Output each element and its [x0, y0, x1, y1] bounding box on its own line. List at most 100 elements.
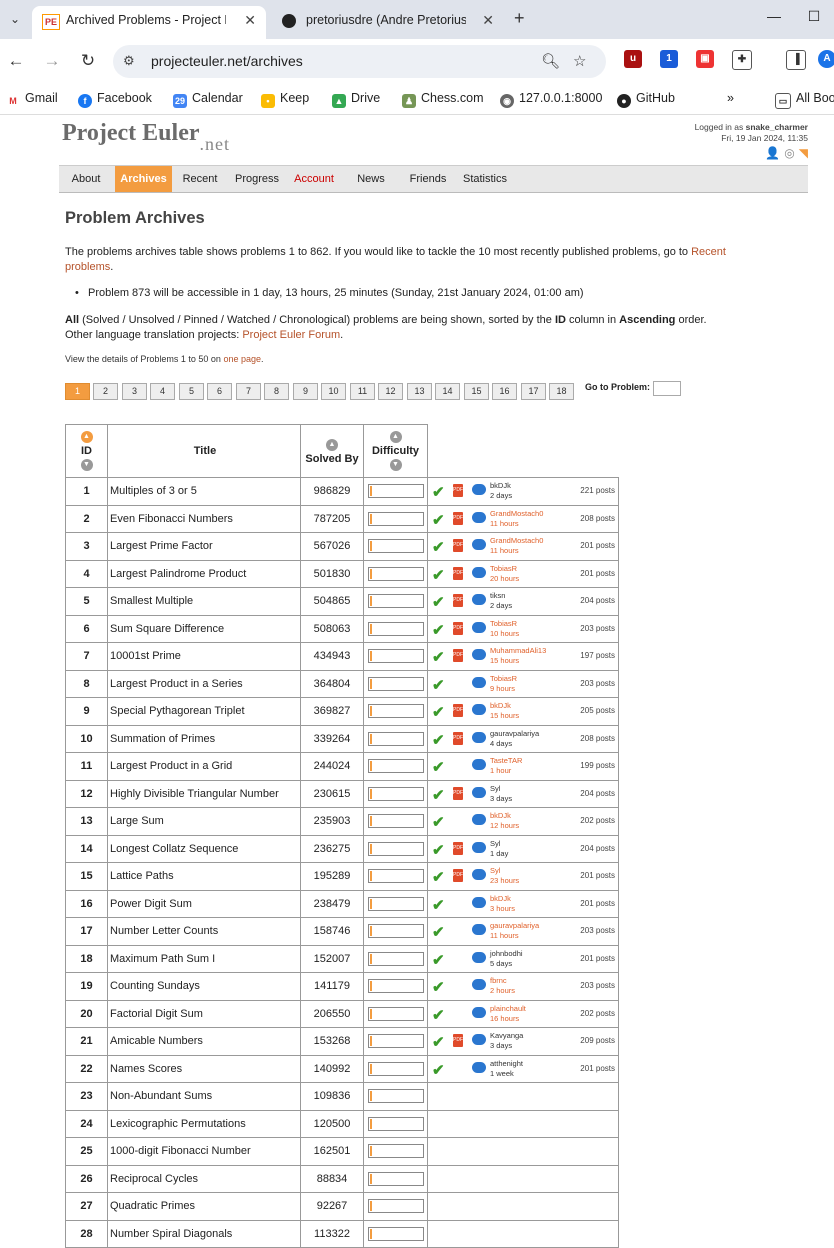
- problem-title-link[interactable]: Counting Sundays: [107, 972, 301, 1001]
- pdf-icon[interactable]: PDF: [453, 869, 463, 883]
- post-count[interactable]: 197 posts: [580, 651, 615, 660]
- forum-bubble-icon[interactable]: [472, 511, 486, 523]
- last-post-info[interactable]: gauravpalariya 4 days: [490, 729, 539, 749]
- page-button[interactable]: 12: [378, 383, 403, 400]
- last-post-info[interactable]: johnbodhi 5 days: [490, 949, 523, 969]
- post-count[interactable]: 201 posts: [580, 871, 615, 880]
- page-button[interactable]: 1: [65, 383, 90, 400]
- new-tab-icon[interactable]: +: [514, 8, 525, 29]
- problem-title-link[interactable]: Lexicographic Permutations: [107, 1109, 301, 1138]
- forum-bubble-icon[interactable]: [472, 621, 486, 633]
- menu-about[interactable]: About: [59, 166, 113, 192]
- post-count[interactable]: 203 posts: [580, 981, 615, 990]
- bookmark-chess[interactable]: ♟ Chess.com: [402, 91, 484, 108]
- forum-bubble-icon[interactable]: [472, 759, 486, 771]
- forum-bubble-icon[interactable]: [472, 484, 486, 496]
- post-count[interactable]: 202 posts: [580, 816, 615, 825]
- page-button[interactable]: 14: [435, 383, 460, 400]
- page-button[interactable]: 9: [293, 383, 318, 400]
- extension-badge-icon[interactable]: 1: [660, 50, 678, 68]
- forum-bubble-icon[interactable]: [472, 1006, 486, 1018]
- menu-recent[interactable]: Recent: [173, 166, 227, 192]
- bookmark-calendar[interactable]: 29 Calendar: [173, 91, 243, 108]
- last-post-info[interactable]: Syl 3 days: [490, 784, 512, 804]
- add-friend-icon[interactable]: 👤: [765, 146, 780, 160]
- last-post-info[interactable]: bkDJk 15 hours: [490, 701, 519, 721]
- bookmark-localhost[interactable]: ◉ 127.0.0.1:8000: [500, 91, 602, 108]
- problem-title-link[interactable]: Amicable Numbers: [107, 1027, 301, 1056]
- post-count[interactable]: 201 posts: [580, 569, 615, 578]
- page-button[interactable]: 18: [549, 383, 574, 400]
- pdf-icon[interactable]: PDF: [453, 786, 463, 800]
- problem-title-link[interactable]: Maximum Path Sum I: [107, 944, 301, 973]
- problem-title-link[interactable]: Special Pythagorean Triplet: [107, 697, 301, 726]
- forum-bubble-icon[interactable]: [472, 1061, 486, 1073]
- sort-down-icon[interactable]: ▼: [389, 459, 402, 471]
- post-count[interactable]: 199 posts: [580, 761, 615, 770]
- reload-icon[interactable]: ↻: [78, 51, 98, 71]
- problem-title-link[interactable]: Highly Divisible Triangular Number: [107, 779, 301, 808]
- pdf-icon[interactable]: PDF: [453, 594, 463, 608]
- problem-title-link[interactable]: 1000-digit Fibonacci Number: [107, 1137, 301, 1166]
- forum-bubble-icon[interactable]: [472, 539, 486, 551]
- problem-title-link[interactable]: Summation of Primes: [107, 724, 301, 753]
- forum-bubble-icon[interactable]: [472, 786, 486, 798]
- back-icon[interactable]: ←: [6, 51, 26, 71]
- last-post-info[interactable]: fbrnc 2 hours: [490, 976, 515, 996]
- tab-search-icon[interactable]: ⌄: [4, 8, 26, 30]
- menu-news[interactable]: News: [345, 166, 397, 192]
- forum-bubble-icon[interactable]: [472, 1034, 486, 1046]
- problem-title-link[interactable]: Quadratic Primes: [107, 1192, 301, 1221]
- problem-title-link[interactable]: 10001st Prime: [107, 642, 301, 671]
- problem-title-link[interactable]: Number Spiral Diagonals: [107, 1219, 301, 1248]
- forward-icon[interactable]: →: [42, 51, 62, 71]
- pdf-icon[interactable]: PDF: [453, 566, 463, 580]
- page-button[interactable]: 2: [93, 383, 118, 400]
- pdf-icon[interactable]: PDF: [453, 539, 463, 553]
- forum-bubble-icon[interactable]: [472, 869, 486, 881]
- last-post-info[interactable]: plainchault 16 hours: [490, 1004, 526, 1024]
- post-count[interactable]: 203 posts: [580, 679, 615, 688]
- problem-title-link[interactable]: Reciprocal Cycles: [107, 1164, 301, 1193]
- post-count[interactable]: 202 posts: [580, 1009, 615, 1018]
- side-panel-icon[interactable]: ▐: [786, 50, 806, 70]
- problem-title-link[interactable]: Multiples of 3 or 5: [107, 477, 301, 506]
- last-post-info[interactable]: Syl 23 hours: [490, 866, 519, 886]
- page-button[interactable]: 7: [236, 383, 261, 400]
- last-post-info[interactable]: MuhammadAli13 15 hours: [490, 646, 546, 666]
- bookmark-drive[interactable]: ▲ Drive: [332, 91, 380, 108]
- address-bar[interactable]: ⚙ projecteuler.net/archives 🔍︎ ☆: [113, 45, 606, 78]
- bookmark-github[interactable]: ● GitHub: [617, 91, 675, 108]
- pdf-icon[interactable]: PDF: [453, 704, 463, 718]
- page-button[interactable]: 5: [179, 383, 204, 400]
- project-euler-logo[interactable]: Project Euler.net: [62, 120, 230, 154]
- pdf-icon[interactable]: PDF: [453, 841, 463, 855]
- menu-account[interactable]: Account: [287, 166, 341, 192]
- forum-bubble-icon[interactable]: [472, 841, 486, 853]
- post-count[interactable]: 221 posts: [580, 486, 615, 495]
- site-info-icon[interactable]: ⚙: [123, 53, 135, 69]
- minimize-icon[interactable]: —: [754, 8, 794, 24]
- one-page-link[interactable]: one page: [223, 354, 261, 364]
- last-post-info[interactable]: TobiasR 9 hours: [490, 674, 517, 694]
- bookmark-all-folder[interactable]: ▭ All Boo: [775, 91, 834, 109]
- extensions-puzzle-icon[interactable]: ✚: [732, 50, 752, 70]
- tab-github-profile[interactable]: pretoriusdre (Andre Pretorius) ✕: [272, 6, 504, 39]
- page-button[interactable]: 4: [150, 383, 175, 400]
- problem-title-link[interactable]: Largest Product in a Grid: [107, 752, 301, 781]
- pdf-icon[interactable]: PDF: [453, 1034, 463, 1048]
- last-post-info[interactable]: GrandMostach0 11 hours: [490, 509, 543, 529]
- post-count[interactable]: 203 posts: [580, 926, 615, 935]
- page-button[interactable]: 16: [492, 383, 517, 400]
- pdf-icon[interactable]: PDF: [453, 511, 463, 525]
- problem-title-link[interactable]: Factorial Digit Sum: [107, 999, 301, 1028]
- close-tab-icon[interactable]: ✕: [482, 12, 494, 29]
- last-post-info[interactable]: bkDJk 12 hours: [490, 811, 519, 831]
- forum-bubble-icon[interactable]: [472, 924, 486, 936]
- pdf-icon[interactable]: PDF: [453, 621, 463, 635]
- pdf-icon[interactable]: PDF: [453, 731, 463, 745]
- last-post-info[interactable]: Kavyanga 3 days: [490, 1031, 523, 1051]
- post-count[interactable]: 209 posts: [580, 1036, 615, 1045]
- last-post-info[interactable]: TobiasR 10 hours: [490, 619, 519, 639]
- forum-bubble-icon[interactable]: [472, 896, 486, 908]
